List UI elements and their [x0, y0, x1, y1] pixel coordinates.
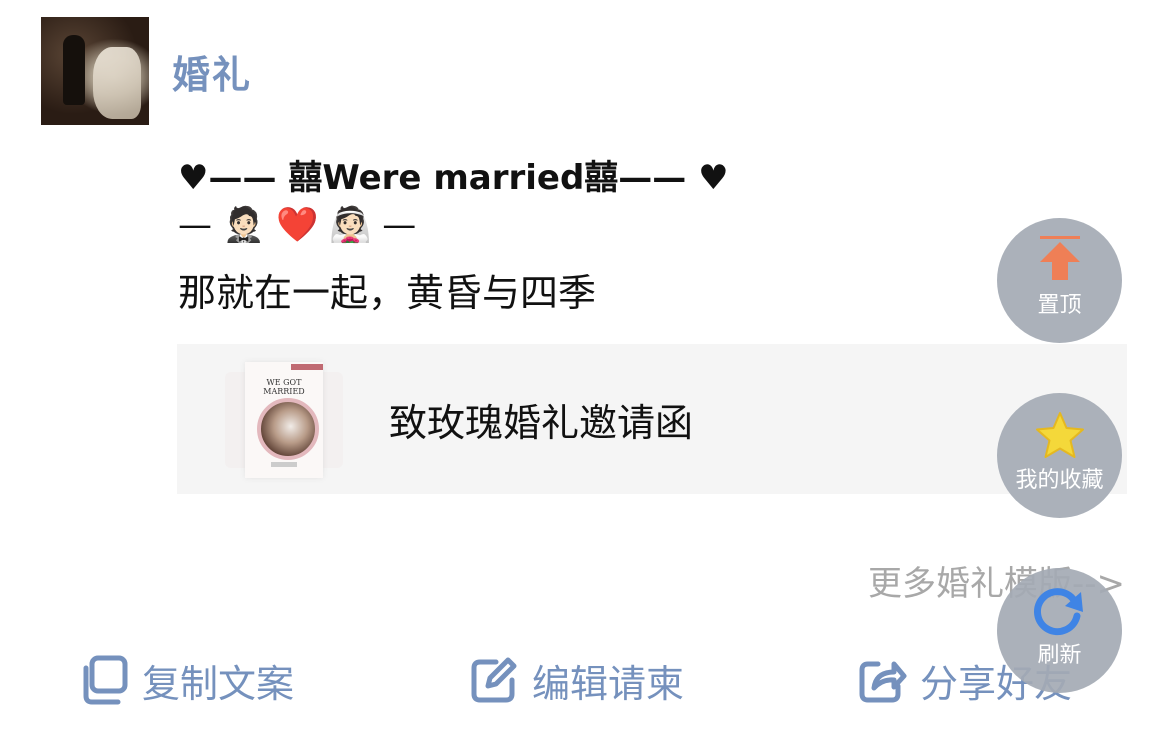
copy-icon	[78, 654, 130, 706]
avatar-groom-shape	[63, 35, 85, 105]
edit-icon	[468, 654, 520, 706]
avatar-bride-shape	[93, 47, 141, 119]
refresh-label: 刷新	[1037, 643, 1082, 668]
thumb-couple-photo	[257, 398, 319, 460]
thumb-page: WE GOT MARRIED	[245, 362, 323, 478]
thumb-footer	[271, 462, 297, 467]
thumb-red-bar	[291, 364, 323, 370]
my-favorites-label: 我的收藏	[1015, 468, 1104, 493]
message-line-1: ♥—— 囍Were married囍—— ♥	[178, 158, 729, 198]
group-name[interactable]: 婚礼	[172, 44, 252, 99]
invitation-title: 致玫瑰婚礼邀请函	[389, 401, 694, 445]
refresh-button[interactable]: 刷新	[997, 568, 1122, 693]
message-line-2: — 🤵🏻 ❤️ 👰🏻 —	[178, 205, 417, 245]
message-line-3: 那就在一起，黄昏与四季	[178, 271, 597, 315]
group-avatar[interactable]	[41, 17, 149, 125]
refresh-icon	[1031, 584, 1089, 642]
edit-invitation-label: 编辑请柬	[532, 661, 685, 706]
pin-top-button[interactable]: 置顶	[997, 218, 1122, 343]
invitation-card[interactable]: WE GOT MARRIED 致玫瑰婚礼邀请函	[177, 344, 1127, 494]
pin-top-label: 置顶	[1037, 293, 1082, 318]
invitation-thumbnail: WE GOT MARRIED	[225, 362, 343, 478]
copy-text-label: 复制文案	[142, 661, 295, 706]
copy-text-button[interactable]: 复制文案	[78, 650, 294, 710]
my-favorites-button[interactable]: 我的收藏	[997, 393, 1122, 518]
edit-invitation-button[interactable]: 编辑请柬	[468, 650, 684, 710]
star-icon	[1034, 411, 1086, 467]
arrow-up-icon	[1036, 234, 1084, 290]
thumb-title: WE GOT MARRIED	[263, 378, 305, 396]
share-icon	[856, 654, 908, 706]
